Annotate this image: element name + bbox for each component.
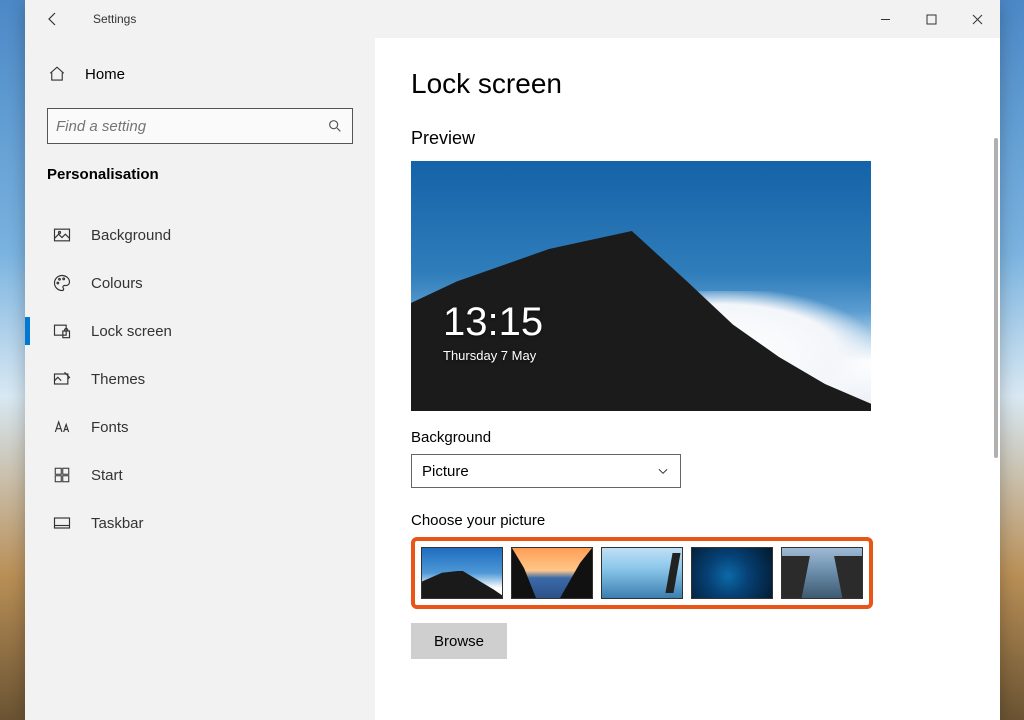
- nav-item-fonts[interactable]: Fonts: [47, 403, 353, 451]
- nav-item-label: Lock screen: [91, 323, 172, 340]
- start-icon: [51, 464, 73, 486]
- preview-date: Thursday 7 May: [443, 348, 543, 363]
- home-button[interactable]: Home: [47, 58, 353, 90]
- home-label: Home: [85, 66, 125, 83]
- search-input[interactable]: [56, 118, 326, 135]
- back-button[interactable]: [37, 3, 69, 35]
- preview-clock: 13:15 Thursday 7 May: [443, 302, 543, 363]
- fonts-icon: [51, 416, 73, 438]
- picture-thumbnail-2[interactable]: [511, 547, 593, 599]
- section-label: Personalisation: [47, 166, 353, 183]
- taskbar-icon: [51, 512, 73, 534]
- background-dropdown[interactable]: Picture: [411, 454, 681, 488]
- arrow-left-icon: [45, 11, 61, 27]
- lock-screen-preview: 13:15 Thursday 7 May: [411, 161, 871, 411]
- window-controls: [862, 4, 1000, 34]
- nav-item-label: Background: [91, 227, 171, 244]
- minimize-button[interactable]: [862, 4, 908, 34]
- nav-item-label: Colours: [91, 275, 143, 292]
- picture-icon: [51, 224, 73, 246]
- background-dropdown-value: Picture: [422, 463, 656, 480]
- sidebar: Home Personalisation Background: [25, 38, 375, 720]
- palette-icon: [51, 272, 73, 294]
- close-icon: [972, 14, 983, 25]
- window-title: Settings: [93, 12, 136, 26]
- nav-item-start[interactable]: Start: [47, 451, 353, 499]
- maximize-icon: [926, 14, 937, 25]
- picture-thumbnail-4[interactable]: [691, 547, 773, 599]
- content-area: Lock screen Preview 13:15 Thursday 7 May…: [375, 38, 1000, 720]
- nav-item-label: Themes: [91, 371, 145, 388]
- nav-item-colours[interactable]: Colours: [47, 259, 353, 307]
- nav-item-taskbar[interactable]: Taskbar: [47, 499, 353, 547]
- nav-item-themes[interactable]: Themes: [47, 355, 353, 403]
- nav-item-label: Start: [91, 467, 123, 484]
- themes-icon: [51, 368, 73, 390]
- close-button[interactable]: [954, 4, 1000, 34]
- search-icon: [326, 118, 344, 134]
- maximize-button[interactable]: [908, 4, 954, 34]
- browse-button[interactable]: Browse: [411, 623, 507, 659]
- picture-thumbnail-5[interactable]: [781, 547, 863, 599]
- minimize-icon: [880, 14, 891, 25]
- nav-item-lock-screen[interactable]: Lock screen: [47, 307, 353, 355]
- browse-label: Browse: [434, 633, 484, 650]
- nav-item-label: Taskbar: [91, 515, 144, 532]
- choose-picture-label: Choose your picture: [411, 512, 964, 529]
- scrollbar[interactable]: [994, 138, 998, 458]
- search-box[interactable]: [47, 108, 353, 144]
- picture-thumbnails: [421, 547, 863, 599]
- picture-thumbnail-1[interactable]: [421, 547, 503, 599]
- background-label: Background: [411, 429, 964, 446]
- picture-thumbnail-3[interactable]: [601, 547, 683, 599]
- home-icon: [47, 64, 67, 84]
- picture-thumbnails-highlight: [411, 537, 873, 609]
- nav-list: Background Colours Lock screen: [47, 211, 353, 547]
- nav-item-label: Fonts: [91, 419, 129, 436]
- settings-window: Settings Home: [25, 0, 1000, 720]
- page-title: Lock screen: [411, 68, 964, 100]
- preview-heading: Preview: [411, 128, 964, 149]
- nav-item-background[interactable]: Background: [47, 211, 353, 259]
- titlebar: Settings: [25, 0, 1000, 38]
- chevron-down-icon: [656, 464, 670, 478]
- preview-time: 13:15: [443, 302, 543, 342]
- lock-screen-icon: [51, 320, 73, 342]
